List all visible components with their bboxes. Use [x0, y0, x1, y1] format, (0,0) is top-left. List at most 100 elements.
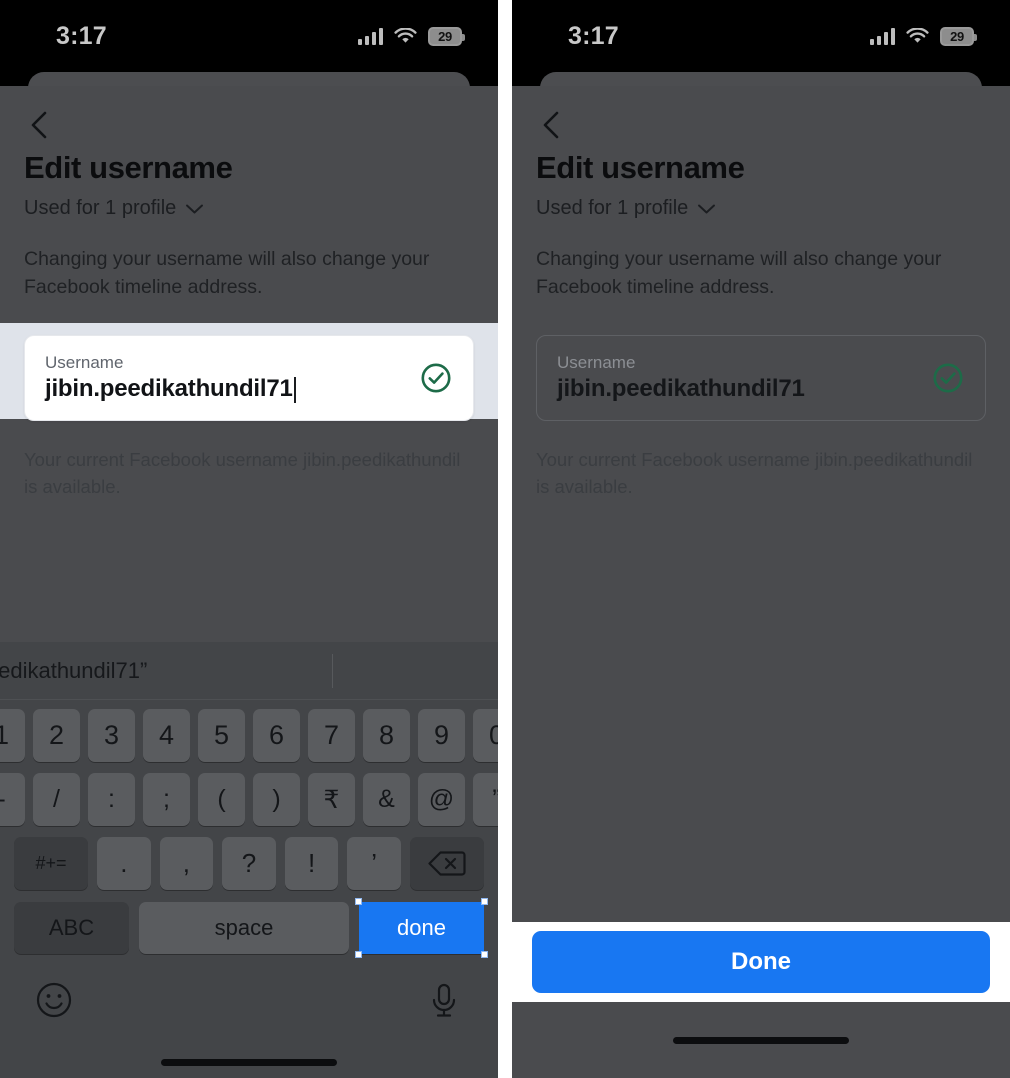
- sheet-container-right: Edit username Used for 1 profile Changin…: [512, 72, 1010, 1078]
- key-at[interactable]: @: [418, 773, 465, 826]
- description-text: Changing your username will also change …: [536, 248, 942, 298]
- key-8[interactable]: 8: [363, 709, 410, 762]
- emoji-icon[interactable]: [34, 980, 74, 1020]
- home-indicator-left: [0, 1046, 498, 1078]
- done-button-label: Done: [731, 948, 791, 975]
- done-button-highlight-band: Done: [512, 922, 1010, 1002]
- key-period[interactable]: .: [97, 837, 151, 890]
- selection-handle-bottom-right: [481, 951, 488, 958]
- key-rupee[interactable]: ₹: [308, 773, 355, 826]
- selection-handle-top-left: [355, 898, 362, 905]
- back-button-right[interactable]: [536, 86, 986, 148]
- profile-scope-dropdown-left[interactable]: Used for 1 profile: [24, 197, 474, 220]
- status-bar-right: 3:17 29: [512, 0, 1010, 72]
- key-7[interactable]: 7: [308, 709, 355, 762]
- key-hyphen[interactable]: -: [0, 773, 25, 826]
- username-input-texts: Username jibin.peedikathundil71: [557, 353, 931, 404]
- wifi-icon: [394, 27, 417, 45]
- wifi-icon: [906, 27, 929, 45]
- check-circle-icon: [931, 361, 965, 395]
- back-chevron-icon: [536, 108, 986, 142]
- sheet-content-right: Edit username Used for 1 profile Changin…: [512, 86, 1010, 501]
- done-button[interactable]: Done: [532, 931, 990, 993]
- key-5[interactable]: 5: [198, 709, 245, 762]
- prediction-divider: [332, 654, 333, 688]
- key-comma[interactable]: ,: [159, 837, 214, 890]
- key-more-symbols[interactable]: #+=: [14, 837, 89, 890]
- back-chevron-icon: [24, 108, 474, 142]
- key-0[interactable]: 0: [473, 709, 498, 762]
- key-abc[interactable]: ABC: [14, 902, 129, 954]
- key-9[interactable]: 9: [418, 709, 465, 762]
- key-4[interactable]: 4: [143, 709, 190, 762]
- status-time: 3:17: [568, 21, 619, 50]
- username-field-label: Username: [45, 352, 124, 372]
- key-space[interactable]: space: [139, 902, 349, 954]
- username-input-texts: Username jibin.peedikathundil71: [45, 353, 419, 404]
- chevron-down-icon: [185, 203, 204, 215]
- key-exclamation[interactable]: !: [284, 837, 339, 890]
- back-button-left[interactable]: [24, 86, 474, 148]
- cellular-signal-icon: [357, 27, 383, 45]
- keyboard-number-row: 1 2 3 4 5 6 7 8 9 0: [0, 700, 498, 762]
- status-icon-group: 29: [357, 26, 465, 46]
- key-3[interactable]: 3: [88, 709, 135, 762]
- username-field-value-wrap: jibin.peedikathundil71: [557, 375, 931, 404]
- status-time: 3:17: [56, 21, 107, 50]
- username-input-left[interactable]: Username jibin.peedikathundil71: [24, 335, 474, 422]
- battery-level: 29: [438, 28, 452, 44]
- key-colon[interactable]: :: [88, 773, 135, 826]
- key-6[interactable]: 6: [253, 709, 300, 762]
- profile-scope-dropdown-right[interactable]: Used for 1 profile: [536, 197, 986, 220]
- home-indicator-bar: [673, 1036, 849, 1044]
- chevron-down-icon: [697, 203, 716, 215]
- screenshot-stage: 3:17 29 Edit username Used for 1 profile…: [0, 0, 1010, 1078]
- home-indicator-right: [512, 1002, 1010, 1078]
- profile-scope-label: Used for 1 profile: [536, 197, 689, 219]
- username-input-right[interactable]: Username jibin.peedikathundil71: [536, 335, 986, 422]
- username-field-value-wrap: jibin.peedikathundil71: [45, 375, 419, 404]
- status-icon-group: 29: [869, 26, 977, 46]
- home-indicator-bar: [161, 1058, 337, 1066]
- username-field-value: jibin.peedikathundil71: [557, 375, 805, 403]
- backspace-icon[interactable]: [409, 837, 484, 890]
- key-ampersand[interactable]: &: [363, 773, 410, 826]
- username-field-label: Username: [557, 352, 636, 372]
- username-field-zone-left: Username jibin.peedikathundil71: [0, 323, 498, 422]
- key-1[interactable]: 1: [0, 709, 25, 762]
- profile-scope-label: Used for 1 profile: [24, 197, 177, 219]
- edit-username-sheet-left: Edit username Used for 1 profile Changin…: [0, 86, 498, 1078]
- description-text: Changing your username will also change …: [24, 248, 430, 298]
- battery-icon: 29: [428, 26, 465, 46]
- battery-level: 29: [950, 28, 964, 44]
- keyboard-utility-row: [0, 954, 498, 1046]
- key-paren-close[interactable]: ): [253, 773, 300, 826]
- key-slash[interactable]: /: [33, 773, 80, 826]
- battery-icon: 29: [940, 26, 977, 46]
- helper-text-right: Your current Facebook username jibin.pee…: [536, 449, 973, 498]
- key-done-label: done: [397, 915, 446, 940]
- check-circle-icon: [419, 361, 453, 395]
- key-semicolon[interactable]: ;: [143, 773, 190, 826]
- key-question[interactable]: ?: [222, 837, 276, 890]
- page-title: Edit username: [536, 150, 745, 185]
- panel-gutter: [498, 0, 512, 1078]
- key-paren-open[interactable]: (: [198, 773, 245, 826]
- edit-username-sheet-right: Edit username Used for 1 profile Changin…: [512, 86, 1010, 1078]
- microphone-icon[interactable]: [424, 980, 464, 1020]
- key-done[interactable]: done: [355, 898, 488, 958]
- phone-screenshot-left: 3:17 29 Edit username Used for 1 profile…: [0, 0, 498, 1078]
- keyboard-symbol-row: - / : ; ( ) ₹ & @ ”: [0, 762, 498, 826]
- sheet-content-left: Edit username Used for 1 profile Changin…: [0, 86, 498, 501]
- key-2[interactable]: 2: [33, 709, 80, 762]
- keyboard-punctuation-row: #+= . , ? ! ’: [0, 826, 498, 890]
- predictive-bar[interactable]: ːedikathundil71”: [0, 642, 498, 700]
- key-apostrophe[interactable]: ’: [347, 837, 401, 890]
- key-quote[interactable]: ”: [473, 773, 498, 826]
- prediction-suggestion[interactable]: ːedikathundil71”: [0, 658, 147, 684]
- keyboard-bottom-row: ABC space done: [0, 890, 498, 958]
- sheet-container-left: Edit username Used for 1 profile Changin…: [0, 72, 498, 1078]
- status-bar-left: 3:17 29: [0, 0, 498, 72]
- selection-handle-bottom-left: [355, 951, 362, 958]
- username-field-zone-right: Username jibin.peedikathundil71: [536, 335, 986, 422]
